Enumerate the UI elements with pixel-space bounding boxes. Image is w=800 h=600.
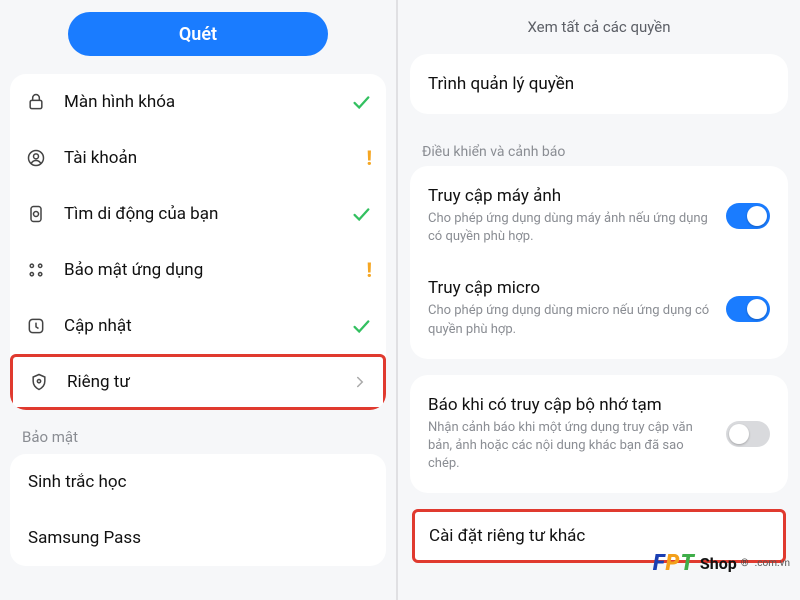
row-account[interactable]: Tài khoản ! [10,130,386,186]
row-label: Cập nhật [64,316,342,336]
row-samsung-pass[interactable]: Samsung Pass [10,510,386,566]
camera-access-toggle[interactable] [726,203,770,229]
watermark-domain: .com.vn [755,558,790,569]
watermark: F P T Shop ® .com.vn [653,551,790,576]
row-privacy[interactable]: Riêng tư [10,354,386,410]
scan-button[interactable]: Quét [68,12,328,56]
row-label: Màn hình khóa [64,92,342,112]
controls-card: Truy cập máy ảnh Cho phép ứng dụng dùng … [410,166,788,359]
row-title: Cài đặt riêng tư khác [429,526,759,546]
clipboard-alert-toggle[interactable] [726,421,770,447]
clipboard-alert-row[interactable]: Báo khi có truy cập bộ nhớ tạm Nhận cảnh… [410,379,788,490]
update-icon [24,314,48,338]
row-title: Truy cập máy ảnh [428,186,716,206]
scan-button-label: Quét [179,24,217,45]
mic-access-toggle[interactable] [726,296,770,322]
row-title: Báo khi có truy cập bộ nhớ tạm [428,395,716,415]
row-label: Sinh trắc học [28,472,372,492]
row-label: Samsung Pass [28,528,372,548]
row-lockscreen[interactable]: Màn hình khóa [10,74,386,130]
security-list-card-2: Sinh trắc học Samsung Pass [10,454,386,566]
view-all-permissions-link[interactable]: Xem tất cả các quyền [398,0,800,54]
permission-manager-card: Trình quản lý quyền [410,54,788,114]
section-header-controls: Điều khiển và cảnh báo [398,130,800,166]
right-screenshot: Xem tất cả các quyền Trình quản lý quyền… [398,0,800,600]
clipboard-card: Báo khi có truy cập bộ nhớ tạm Nhận cảnh… [410,375,788,494]
row-subtitle: Cho phép ứng dụng dùng micro nếu ứng dụn… [428,302,716,338]
warning-icon: ! [367,146,372,170]
shield-icon [27,370,51,394]
row-title: Truy cập micro [428,278,716,298]
row-label: Tìm di động của bạn [64,204,342,224]
mic-access-row[interactable]: Truy cập micro Cho phép ứng dụng dùng mi… [410,262,788,354]
row-find-mobile[interactable]: Tìm di động của bạn [10,186,386,242]
row-subtitle: Nhận cảnh báo khi một ứng dụng truy cập … [428,419,716,474]
warning-icon: ! [367,258,372,282]
row-title: Trình quản lý quyền [428,74,760,94]
fpt-logo: F P T [653,551,694,576]
lock-icon [24,90,48,114]
row-label: Tài khoản [64,148,359,168]
checkmark-icon [350,91,372,113]
row-updates[interactable]: Cập nhật [10,298,386,354]
security-list-card: Màn hình khóa Tài khoản ! Tìm di động củ… [10,74,386,410]
app-grid-icon [24,258,48,282]
chevron-right-icon [351,373,369,391]
watermark-suffix: Shop [700,554,737,573]
user-circle-icon [24,146,48,170]
row-app-security[interactable]: Bảo mật ứng dụng ! [10,242,386,298]
left-screenshot: Quét Màn hình khóa Tài khoản ! Tìm [0,0,398,600]
watermark-reg: ® [741,558,749,569]
checkmark-icon [350,315,372,337]
camera-access-row[interactable]: Truy cập máy ảnh Cho phép ứng dụng dùng … [410,170,788,262]
row-label: Riêng tư [67,372,343,392]
row-label: Bảo mật ứng dụng [64,260,359,280]
row-subtitle: Cho phép ứng dụng dùng máy ảnh nếu ứng d… [428,210,716,246]
permission-manager-row[interactable]: Trình quản lý quyền [410,58,788,110]
checkmark-icon [350,203,372,225]
row-biometrics[interactable]: Sinh trắc học [10,454,386,510]
link-label: Xem tất cả các quyền [527,18,670,36]
find-phone-icon [24,202,48,226]
section-header-security: Bảo mật [0,410,396,454]
